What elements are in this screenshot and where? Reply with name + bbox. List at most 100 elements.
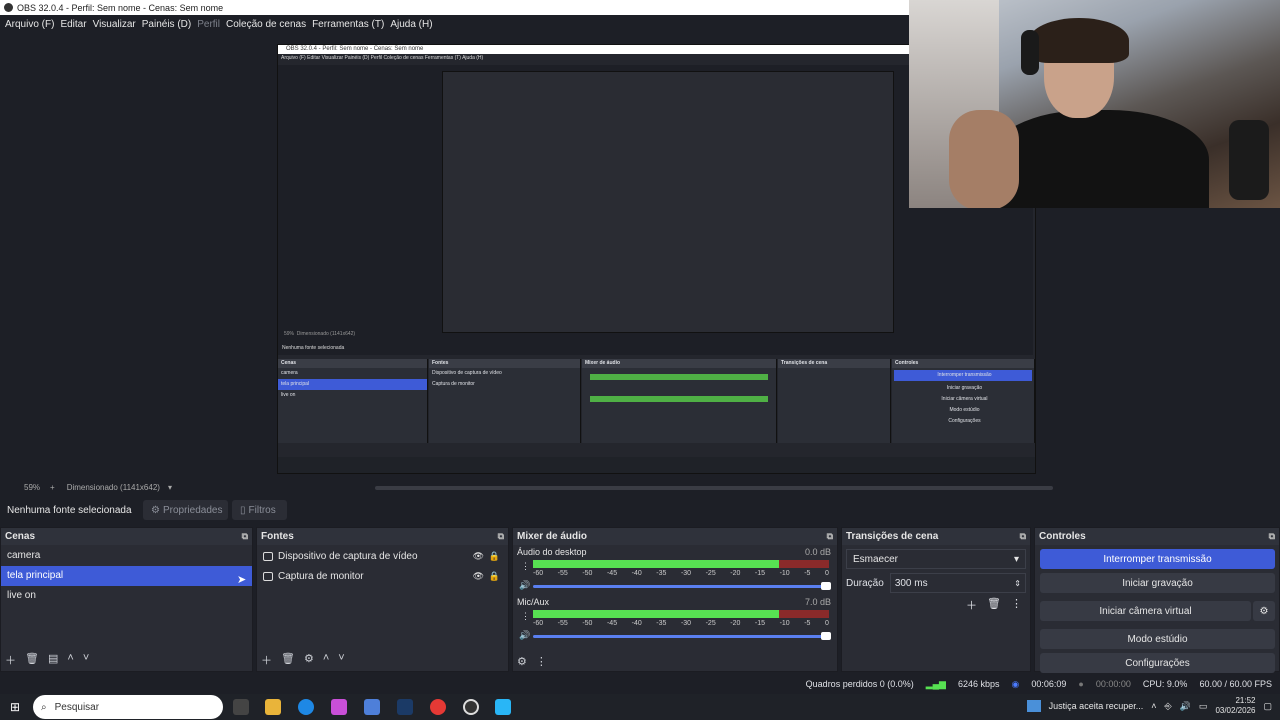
more-options-icon[interactable]: ⋮ <box>1011 597 1022 613</box>
start-recording-button[interactable]: Iniciar gravação <box>1040 573 1275 593</box>
lock-icon[interactable]: 🔒 <box>489 551 500 562</box>
eye-icon[interactable]: 👁 <box>473 551 484 562</box>
add-source-icon[interactable]: ＋ <box>261 652 272 668</box>
add-scene-icon[interactable]: ＋ <box>5 652 16 668</box>
clock[interactable]: 21:52 03/02/2026 <box>1215 696 1255 716</box>
more-options-icon[interactable]: ⋮ <box>521 611 530 622</box>
zoom-label[interactable]: 59% <box>24 483 40 492</box>
menu-item-ajuda[interactable]: Ajuda (H) <box>390 19 432 30</box>
virtual-camera-settings-button[interactable]: ⚙ <box>1253 601 1275 621</box>
headset-icon <box>1021 30 1039 75</box>
speaker-icon[interactable]: 🔊 <box>519 580 530 591</box>
virtual-camera-row: Iniciar câmera virtual ⚙ <box>1035 597 1279 625</box>
sources-dock-header: Fontes ⧉ <box>257 528 508 545</box>
more-options-icon[interactable]: ⋮ <box>536 655 547 668</box>
trash-icon[interactable]: 🗑 <box>281 652 295 668</box>
menu-item-colecao-cenas[interactable]: Coleção de cenas <box>226 19 306 30</box>
notification-center-icon[interactable]: ▢ <box>1263 701 1272 712</box>
volume-icon[interactable]: 🔊 <box>1180 701 1191 712</box>
trash-icon[interactable]: 🗑 <box>987 597 1001 613</box>
menu-item-ferramentas[interactable]: Ferramentas (T) <box>312 19 384 30</box>
scenes-dock-header: Cenas ⧉ <box>1 528 252 545</box>
windows-start-icon[interactable]: ⊞ <box>10 700 20 714</box>
webcam-feed <box>909 0 1280 208</box>
scene-item-camera[interactable]: camera <box>1 546 252 566</box>
preview-zoom-bar: 59% + Dimensionado (1141x642) ▾ <box>0 481 1280 494</box>
cpu-usage: CPU: 9.0% <box>1142 679 1188 689</box>
chrome-icon[interactable] <box>430 699 446 715</box>
obs-icon[interactable] <box>463 699 479 715</box>
menu-item-arquivo[interactable]: Arquivo (F) <box>5 19 54 30</box>
filters-button[interactable]: ▯ Filtros <box>232 500 287 520</box>
meter-tick-label: -55 <box>557 620 568 627</box>
meter-tick-label: -15 <box>754 570 766 577</box>
transition-select[interactable]: Esmaecer ▾ <box>846 549 1026 569</box>
slider-knob[interactable] <box>821 582 831 590</box>
duration-spinbox[interactable]: 300 ms ⇕ <box>889 573 1026 593</box>
undock-icon[interactable]: ⧉ <box>1020 531 1026 542</box>
edge-icon[interactable] <box>298 699 314 715</box>
scale-label[interactable]: Dimensionado (1141x642) <box>67 483 160 492</box>
menu-item-paineis[interactable]: Painéis (D) <box>142 19 191 30</box>
file-explorer-icon[interactable] <box>265 699 281 715</box>
scene-filter-icon[interactable]: ▤ <box>48 652 58 668</box>
undock-icon[interactable]: ⧉ <box>498 531 504 542</box>
app-icon[interactable] <box>495 699 511 715</box>
properties-button[interactable]: ⚙ Propriedades <box>143 500 228 520</box>
menu-item-visualizar[interactable]: Visualizar <box>93 19 136 30</box>
move-down-icon[interactable]: ˅ <box>338 652 344 668</box>
settings-button[interactable]: Configurações <box>1040 653 1275 673</box>
duration-label: Duração <box>846 577 884 589</box>
eye-icon[interactable]: 👁 <box>473 571 484 582</box>
menu-item-editar[interactable]: Editar <box>60 19 86 30</box>
trash-icon[interactable]: 🗑 <box>25 652 39 668</box>
move-up-icon[interactable]: ˄ <box>67 652 73 668</box>
start-virtual-camera-button[interactable]: Iniciar câmera virtual <box>1040 601 1251 621</box>
taskbar-search[interactable]: ⌕ Pesquisar <box>33 695 223 719</box>
task-view-icon[interactable] <box>233 699 249 715</box>
spin-arrows-icon[interactable]: ⇕ <box>1014 579 1021 588</box>
lock-icon[interactable]: 🔒 <box>489 571 500 582</box>
undock-icon[interactable]: ⧉ <box>827 531 833 542</box>
volume-slider[interactable] <box>533 632 831 640</box>
speaker-icon[interactable]: 🔊 <box>519 630 530 641</box>
undock-icon[interactable]: ⧉ <box>242 531 248 542</box>
add-transition-icon[interactable]: ＋ <box>966 597 977 613</box>
slider-knob[interactable] <box>821 632 831 640</box>
scene-item-live-on[interactable]: live on <box>1 586 252 606</box>
nested-taskbar <box>278 457 1035 473</box>
scene-item-tela-principal[interactable]: tela principal <box>1 566 252 586</box>
meter-tick-label: -60 <box>533 570 544 577</box>
controls-dock-header: Controles ⧉ <box>1035 528 1279 545</box>
volume-slider[interactable] <box>533 582 831 590</box>
store-icon[interactable] <box>364 699 380 715</box>
monitor-icon <box>263 571 273 581</box>
status-bar: Quadros perdidos 0 (0.0%) ▂▄▆ 6246 kbps … <box>0 674 1280 694</box>
bitrate: 6246 kbps <box>957 679 1000 689</box>
source-item-video-capture[interactable]: Dispositivo de captura de vídeo 👁 🔒 <box>257 546 508 566</box>
preview-scrollbar[interactable] <box>375 486 1053 490</box>
steam-icon[interactable] <box>397 699 413 715</box>
meter-tick-label: -35 <box>656 570 667 577</box>
gear-icon[interactable]: ⚙ <box>304 652 314 668</box>
copilot-icon[interactable] <box>331 699 347 715</box>
studio-mode-button[interactable]: Modo estúdio <box>1040 629 1275 649</box>
menu-item-perfil[interactable]: Perfil <box>197 19 220 30</box>
notification-text[interactable]: Justiça aceita recuper... <box>1049 701 1144 711</box>
plus-icon[interactable]: + <box>50 483 55 492</box>
chevron-up-icon[interactable]: ˄ <box>1151 701 1156 711</box>
more-options-icon[interactable]: ⋮ <box>521 561 530 572</box>
audio-mixer-dock: Mixer de áudio ⧉ Áudio do desktop 0.0 dB… <box>512 527 838 672</box>
chevron-down-icon[interactable]: ▾ <box>168 483 172 492</box>
move-down-icon[interactable]: ˅ <box>83 652 89 668</box>
undock-icon[interactable]: ⧉ <box>1269 531 1275 542</box>
stop-streaming-button[interactable]: Interromper transmissão <box>1040 549 1275 569</box>
battery-icon[interactable]: ▭ <box>1199 701 1208 712</box>
clock-date: 03/02/2026 <box>1215 706 1256 715</box>
clock-time: 21:52 <box>1235 696 1256 705</box>
mixer-settings-icon[interactable]: ⚙ <box>517 655 527 668</box>
network-icon[interactable]: ⎆ <box>1165 701 1172 712</box>
source-item-monitor-capture[interactable]: Captura de monitor 👁 🔒 <box>257 566 508 586</box>
move-up-icon[interactable]: ˄ <box>323 652 329 668</box>
stream-icon: ◉ <box>1011 678 1020 689</box>
